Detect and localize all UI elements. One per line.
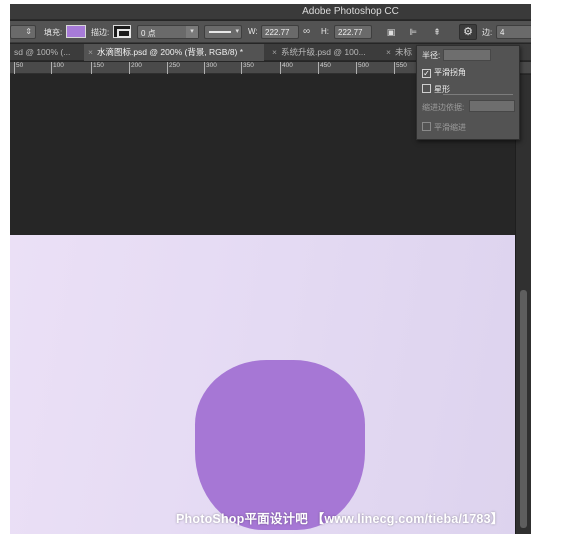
document-canvas[interactable]	[10, 235, 515, 534]
document-tab[interactable]: sd @ 100% (...	[10, 44, 84, 61]
indent-field[interactable]	[469, 100, 515, 112]
divider	[443, 94, 513, 95]
width-label: W:	[248, 27, 258, 36]
scrollbar-thumb[interactable]	[520, 290, 527, 528]
dropdown-arrow-icon: ▾	[235, 28, 239, 35]
tool-mode-select[interactable]: ⇕	[10, 25, 36, 39]
document-tab[interactable]: × 系统升级.psd @ 100...	[268, 44, 380, 61]
title-bar: Adobe Photoshop CC	[10, 4, 531, 20]
smooth-corners-option[interactable]: ✓ 平滑拐角	[422, 67, 466, 78]
tab-label: 系统升级.psd @ 100...	[280, 47, 366, 57]
radius-label: 半径:	[422, 51, 441, 60]
ruler-tick: 150	[91, 62, 104, 74]
smooth-indents-checkbox[interactable]	[422, 122, 431, 131]
radius-field[interactable]	[443, 49, 491, 61]
tab-label: sd @ 100% (...	[14, 47, 71, 57]
ruler-tick: 450	[318, 62, 331, 74]
ruler-tick: 50	[13, 62, 24, 74]
fill-color-swatch[interactable]	[66, 25, 86, 38]
stroke-label: 描边:	[91, 28, 110, 37]
path-alignment-icon[interactable]: ⊫	[406, 25, 420, 39]
width-field[interactable]: 222.77	[261, 25, 299, 39]
smooth-indents-label: 平滑缩进	[434, 123, 466, 132]
tab-label: 未标	[394, 47, 412, 57]
window-title: Adobe Photoshop CC	[302, 6, 399, 17]
star-label: 星形	[434, 85, 450, 94]
stepper-icon: ⇕	[25, 27, 32, 36]
fill-label: 填充:	[44, 28, 63, 37]
sides-label: 边:	[482, 28, 493, 37]
link-icon[interactable]: ∞	[303, 26, 310, 37]
star-checkbox[interactable]	[422, 84, 431, 93]
indent-label: 缩进边依据:	[422, 103, 465, 112]
close-icon[interactable]: ×	[88, 47, 93, 57]
gear-icon[interactable]: ⚙	[459, 24, 477, 40]
vertical-scrollbar[interactable]	[515, 75, 531, 534]
watermark: PhotoShop平面设计吧 【www.linecg.com/tieba/178…	[176, 512, 504, 526]
smooth-indents-option[interactable]: 平滑缩进	[422, 122, 466, 133]
document-workspace	[10, 75, 515, 534]
close-icon[interactable]: ×	[386, 47, 391, 57]
photoshop-window: Adobe Photoshop CC ⇕ 填充: 描边: 0 点 ▾ ▾ W: …	[10, 4, 531, 534]
close-icon[interactable]: ×	[272, 47, 277, 57]
tab-label: 水滴图标.psd @ 200% (背景, RGB/8) *	[96, 47, 244, 57]
polygon-options-panel: 半径: ✓ 平滑拐角 星形 缩进边依据: 平滑缩进	[416, 45, 520, 140]
stroke-type-select[interactable]: ▾	[204, 25, 242, 39]
ruler-tick: 100	[51, 62, 64, 74]
stroke-width-value: 0 点	[141, 29, 156, 38]
ruler-tick: 300	[204, 62, 217, 74]
ruler-tick: 250	[167, 62, 180, 74]
options-bar: ⇕ 填充: 描边: 0 点 ▾ ▾ W: 222.77 ∞ H: 222.77 …	[10, 21, 531, 43]
ruler-tick: 550	[394, 62, 407, 74]
path-operations-icon[interactable]: ▣	[384, 25, 398, 39]
path-arrangement-icon[interactable]: ⇞	[430, 25, 444, 39]
stroke-color-swatch[interactable]	[113, 25, 131, 38]
height-field[interactable]: 222.77	[334, 25, 372, 39]
sides-field[interactable]: 4	[496, 25, 531, 39]
dropdown-arrow-icon[interactable]: ▾	[186, 26, 198, 38]
stroke-width-field[interactable]: 0 点 ▾	[137, 25, 199, 39]
rounded-shape[interactable]	[195, 360, 365, 530]
smooth-corners-label: 平滑拐角	[434, 68, 466, 77]
ruler-tick: 200	[129, 62, 142, 74]
ruler-tick: 400	[280, 62, 293, 74]
ruler-tick: 350	[241, 62, 254, 74]
document-tab-active[interactable]: × 水滴图标.psd @ 200% (背景, RGB/8) *	[84, 44, 264, 61]
height-label: H:	[321, 27, 329, 36]
smooth-corners-checkbox[interactable]: ✓	[422, 69, 431, 78]
ruler-tick: 500	[356, 62, 369, 74]
